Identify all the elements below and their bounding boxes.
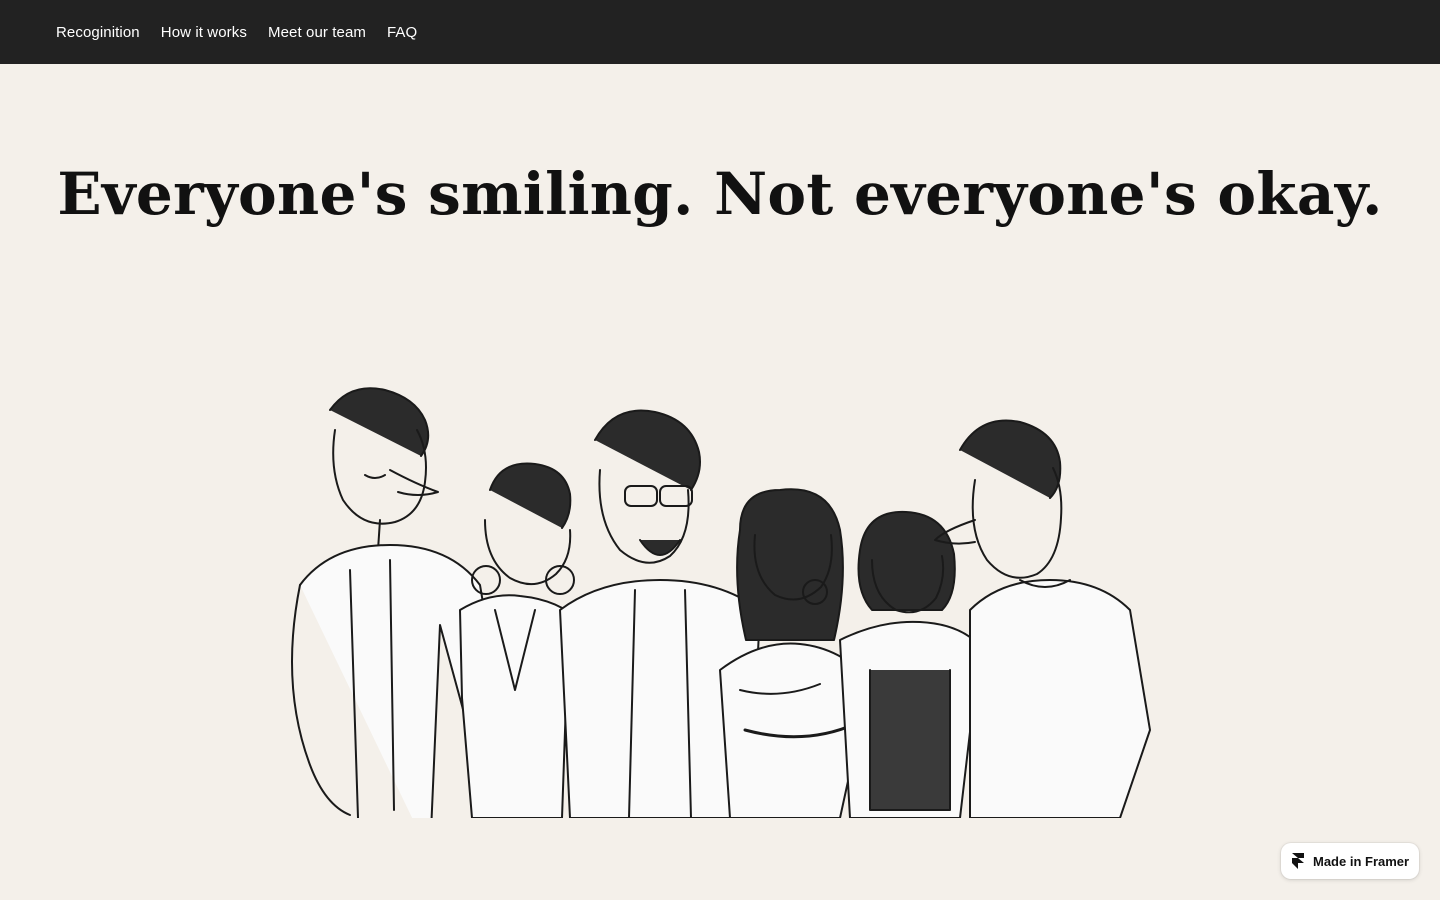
framer-logo-icon [1292, 853, 1304, 869]
badge-label: Made in Framer [1313, 853, 1410, 869]
group-illustration [291, 387, 1151, 818]
nav-link-recognition[interactable]: Recoginition [56, 24, 140, 41]
hero-title: Everyone's smiling. Not everyone's okay. [57, 160, 1383, 228]
nav-link-meet-our-team[interactable]: Meet our team [268, 24, 366, 41]
made-in-framer-badge[interactable]: Made in Framer [1281, 843, 1419, 879]
nav-link-faq[interactable]: FAQ [387, 24, 417, 41]
person-5-figure [839, 510, 981, 818]
nav-link-how-it-works[interactable]: How it works [161, 24, 247, 41]
top-nav-bar: Recoginition How it works Meet our team … [0, 0, 1440, 64]
